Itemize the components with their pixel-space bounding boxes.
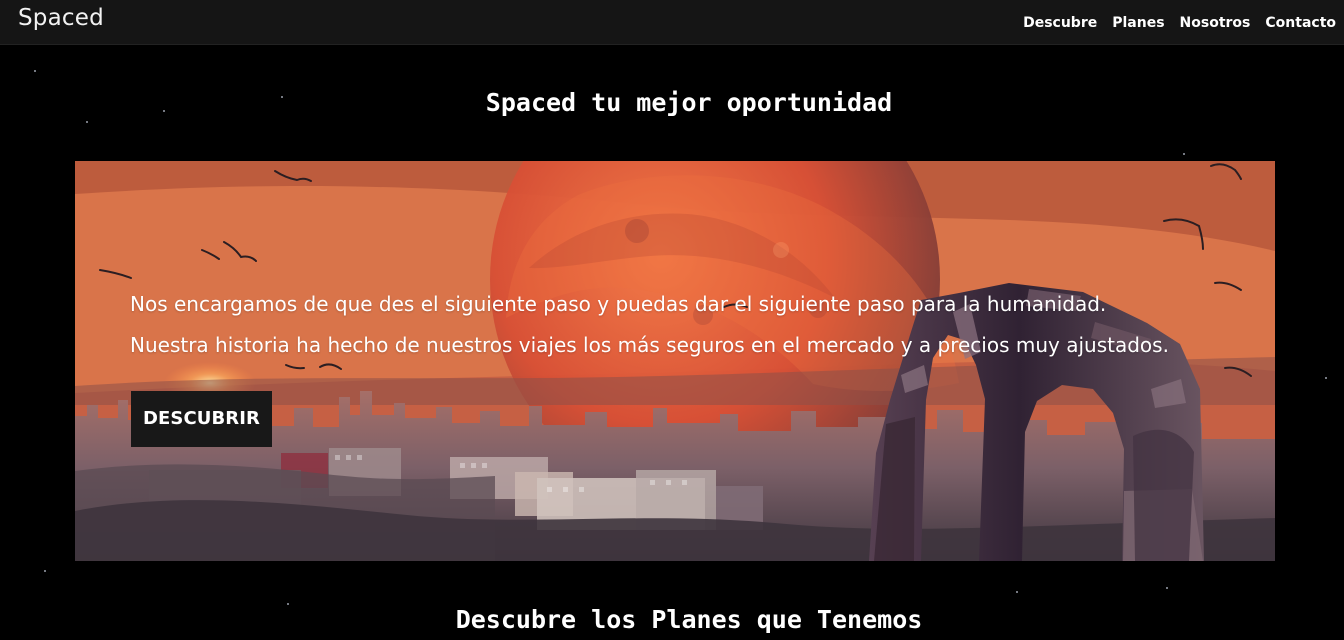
star-decoration xyxy=(1016,591,1018,593)
star-decoration xyxy=(1183,153,1185,155)
star-decoration xyxy=(44,570,46,572)
star-decoration xyxy=(1166,587,1168,589)
page: Spaced Descubre Planes Nosotros Contacto… xyxy=(0,0,1344,640)
nav-link-descubre[interactable]: Descubre xyxy=(1023,14,1097,32)
main-navigation: Descubre Planes Nosotros Contacto xyxy=(1023,14,1336,32)
star-decoration xyxy=(1325,377,1327,379)
nav-link-nosotros[interactable]: Nosotros xyxy=(1180,14,1251,32)
nav-link-planes[interactable]: Planes xyxy=(1112,14,1164,32)
plans-section-title: Descubre los Planes que Tenemos xyxy=(455,605,923,634)
star-decoration xyxy=(86,121,88,123)
nav-link-contacto[interactable]: Contacto xyxy=(1265,14,1336,32)
top-navbar: Spaced Descubre Planes Nosotros Contacto xyxy=(0,0,1344,45)
hero-banner: Nos encargamos de que des el siguiente p… xyxy=(75,161,1275,561)
star-decoration xyxy=(34,70,36,72)
hero-description: Nos encargamos de que des el siguiente p… xyxy=(130,292,1169,357)
descubrir-button[interactable]: DESCUBRIR xyxy=(131,391,272,447)
page-title: Spaced tu mejor oportunidad xyxy=(485,88,893,117)
brand-logo[interactable]: Spaced xyxy=(18,5,104,31)
